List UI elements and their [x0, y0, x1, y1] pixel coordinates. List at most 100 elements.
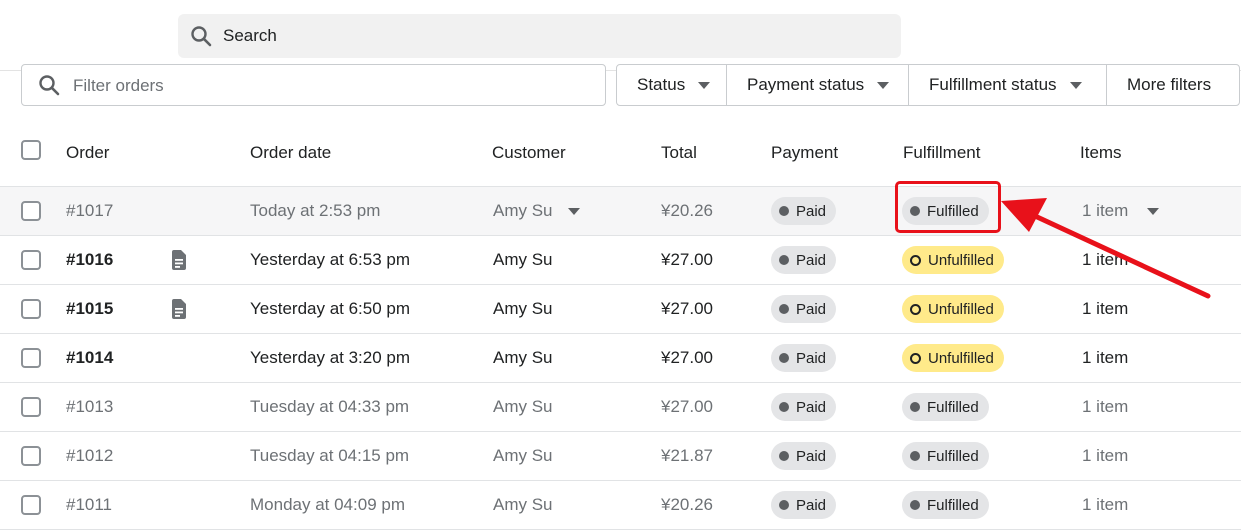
fulfillment-status-badge: Fulfilled	[902, 393, 989, 421]
global-search-input[interactable]: Search	[178, 14, 901, 58]
fulfillment-status-label: Unfulfilled	[928, 251, 994, 269]
status-dot-icon	[779, 353, 789, 363]
caret-down-icon	[877, 81, 890, 89]
column-header-fulfillment[interactable]: Fulfillment	[903, 143, 980, 163]
table-header: Order Order date Customer Total Payment …	[0, 126, 1241, 187]
order-date: Monday at 04:09 pm	[250, 495, 405, 514]
note-icon	[171, 299, 187, 319]
payment-status-badge: Paid	[771, 197, 837, 225]
customer-name[interactable]: Amy Su	[493, 348, 553, 368]
order-date: Yesterday at 3:20 pm	[250, 348, 411, 367]
status-dot-icon	[910, 402, 920, 412]
status-filter-button[interactable]: Status	[617, 65, 727, 105]
payment-status-badge: Paid	[771, 491, 837, 519]
order-date: Today at 2:53 pm	[250, 201, 381, 220]
customer-name[interactable]: Amy Su	[493, 446, 553, 466]
column-header-total[interactable]: Total	[661, 143, 697, 163]
payment-status-badge: Paid	[771, 393, 837, 421]
search-icon	[39, 75, 60, 96]
caret-down-icon	[1069, 81, 1082, 89]
payment-status-label: Paid	[796, 447, 827, 465]
order-total: ¥27.00	[661, 250, 713, 269]
column-header-items[interactable]: Items	[1080, 143, 1122, 163]
filter-button-group: Status Payment status Fulfillment status…	[616, 64, 1240, 106]
search-placeholder: Search	[223, 26, 277, 45]
annotation-arrow-icon	[1001, 198, 1211, 299]
order-total: ¥27.00	[661, 299, 713, 318]
status-dot-icon	[779, 500, 789, 510]
fulfillment-status-badge: Unfulfilled	[902, 344, 1004, 372]
customer-name[interactable]: Amy Su	[493, 201, 553, 221]
order-number[interactable]: #1017	[66, 201, 113, 221]
order-number[interactable]: #1013	[66, 397, 113, 417]
caret-down-icon	[698, 81, 711, 89]
table-row[interactable]: #1014 Yesterday at 3:20 pm Amy Su ¥27.00 Pai…	[0, 334, 1241, 383]
items-count[interactable]: 1 item	[1082, 446, 1128, 466]
order-date: Tuesday at 04:33 pm	[250, 397, 410, 416]
fulfillment-status-filter-label: Fulfillment status	[929, 75, 1057, 94]
customer-name[interactable]: Amy Su	[493, 299, 553, 319]
payment-status-label: Paid	[796, 251, 827, 269]
customer-name[interactable]: Amy Su	[493, 250, 553, 270]
table-row[interactable]: #1013 Tuesday at 04:33 pm Amy Su ¥27.00 Paid…	[0, 383, 1241, 432]
order-date: Yesterday at 6:50 pm	[250, 299, 411, 318]
fulfillment-status-badge: Unfulfilled	[902, 246, 1004, 274]
payment-status-badge: Paid	[771, 246, 837, 274]
row-checkbox[interactable]	[21, 201, 41, 221]
order-total: ¥21.87	[661, 446, 713, 465]
status-dot-icon	[779, 255, 789, 265]
column-header-order[interactable]: Order	[66, 143, 109, 163]
items-count[interactable]: 1 item	[1082, 495, 1128, 515]
status-dot-icon	[910, 500, 920, 510]
order-total: ¥27.00	[661, 348, 713, 367]
select-all-checkbox[interactable]	[21, 140, 41, 160]
row-checkbox[interactable]	[21, 397, 41, 417]
table-row[interactable]: #1011 Monday at 04:09 pm Amy Su ¥20.26 Paid F…	[0, 481, 1241, 530]
order-number[interactable]: #1016	[66, 250, 113, 270]
order-number[interactable]: #1015	[66, 299, 113, 319]
note-icon	[171, 250, 187, 270]
order-number[interactable]: #1014	[66, 348, 113, 368]
annotation-highlight-box	[895, 181, 1001, 233]
status-dot-icon	[910, 254, 921, 266]
fulfillment-status-label: Fulfilled	[927, 496, 979, 514]
table-row[interactable]: #1012 Tuesday at 04:15 pm Amy Su ¥21.87 Paid…	[0, 432, 1241, 481]
status-dot-icon	[779, 402, 789, 412]
fulfillment-status-label: Fulfilled	[927, 447, 979, 465]
items-count[interactable]: 1 item	[1082, 397, 1128, 417]
order-date: Tuesday at 04:15 pm	[250, 446, 410, 465]
fulfillment-status-filter-button[interactable]: Fulfillment status	[909, 65, 1107, 105]
row-checkbox[interactable]	[21, 348, 41, 368]
order-total: ¥20.26	[661, 201, 713, 220]
order-number[interactable]: #1012	[66, 446, 113, 466]
row-checkbox[interactable]	[21, 446, 41, 466]
payment-status-filter-button[interactable]: Payment status	[727, 65, 909, 105]
status-filter-label: Status	[637, 75, 686, 94]
payment-status-badge: Paid	[771, 442, 837, 470]
column-header-payment[interactable]: Payment	[771, 143, 838, 163]
fulfillment-status-label: Unfulfilled	[928, 300, 994, 318]
status-dot-icon	[910, 303, 921, 315]
fulfillment-status-badge: Unfulfilled	[902, 295, 1004, 323]
order-number[interactable]: #1011	[66, 495, 112, 515]
payment-status-badge: Paid	[771, 344, 837, 372]
more-filters-button[interactable]: More filters	[1107, 65, 1239, 105]
column-header-order-date[interactable]: Order date	[250, 143, 331, 163]
fulfillment-status-label: Fulfilled	[927, 398, 979, 416]
items-count[interactable]: 1 item	[1082, 348, 1128, 368]
customer-name[interactable]: Amy Su	[493, 495, 553, 515]
row-checkbox[interactable]	[21, 299, 41, 319]
row-checkbox[interactable]	[21, 250, 41, 270]
fulfillment-status-badge: Fulfilled	[902, 491, 989, 519]
payment-status-label: Paid	[796, 202, 827, 220]
fulfillment-status-label: Unfulfilled	[928, 349, 994, 367]
payment-status-filter-label: Payment status	[747, 75, 865, 94]
row-checkbox[interactable]	[21, 495, 41, 515]
payment-status-label: Paid	[796, 496, 827, 514]
customer-caret-down-icon[interactable]	[568, 208, 580, 215]
column-header-customer[interactable]: Customer	[492, 143, 566, 163]
top-bar: Search	[0, 0, 1241, 71]
customer-name[interactable]: Amy Su	[493, 397, 553, 417]
fulfillment-status-badge: Fulfilled	[902, 442, 989, 470]
filter-orders-input[interactable]: Filter orders	[21, 64, 606, 106]
